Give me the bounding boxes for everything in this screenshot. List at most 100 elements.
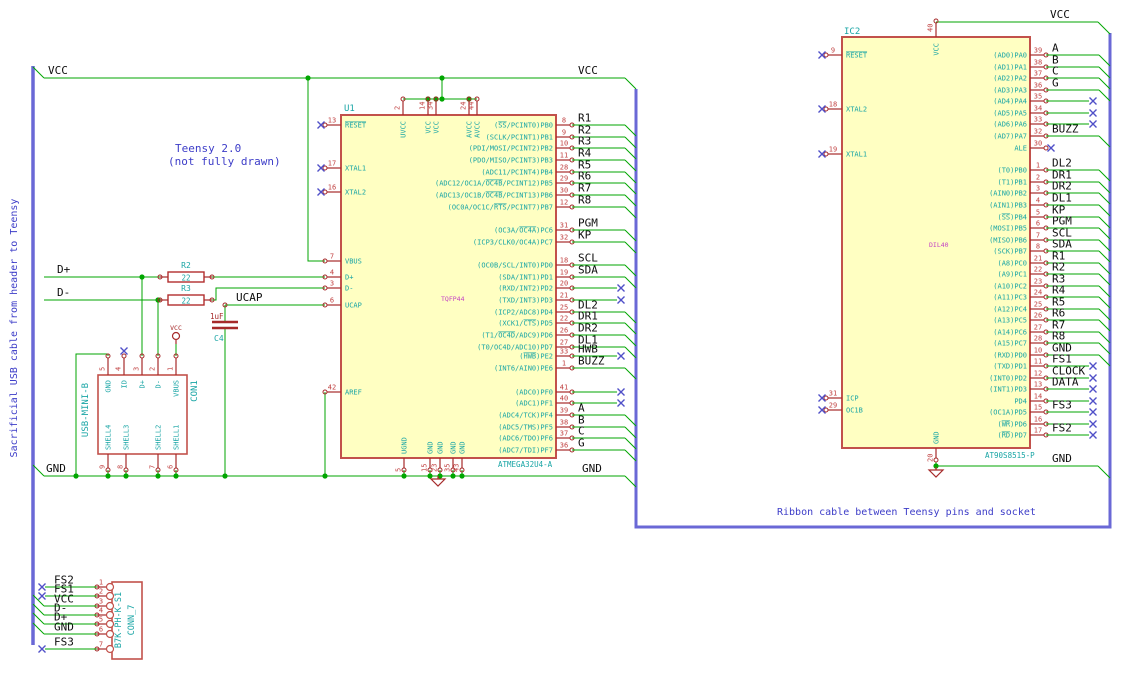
pin-number: 6 xyxy=(330,297,334,305)
pin-name: XTAL2 xyxy=(345,189,366,197)
pin-number: 27 xyxy=(560,339,568,347)
pin-number: 18 xyxy=(560,257,568,265)
pin-number: 26 xyxy=(1034,312,1042,320)
pin-number: 30 xyxy=(560,187,568,195)
bus-entry xyxy=(624,311,637,324)
pin-number: 14 xyxy=(1034,393,1042,401)
bus-entry xyxy=(1098,331,1111,344)
pin-number: 1 xyxy=(167,367,175,371)
pin-name: (ADC12/OC1A/OC4B/PCINT12)PB5 xyxy=(435,180,553,188)
junction-dot xyxy=(222,473,228,479)
bus-entry xyxy=(1098,77,1111,90)
pin-name: (ADC5/TMS)PF5 xyxy=(498,424,553,432)
bus-entry xyxy=(624,276,637,289)
schematic-page: VCC D+ D- GND VCC GND UCAP VCC GND U1 ATMEGA32U4-A… xyxy=(0,0,1131,690)
pin-number: 29 xyxy=(560,175,568,183)
pin-name: UGND xyxy=(401,437,409,454)
pin-end-circle xyxy=(823,106,829,112)
resistor-value: 22 xyxy=(181,297,190,306)
no-connect-x-icon xyxy=(1089,408,1097,416)
pin-number: 20 xyxy=(560,280,568,288)
bus-entry xyxy=(1098,89,1111,102)
schematic-canvas: VCC D+ D- GND VCC GND UCAP VCC GND U1 ATMEGA32U4-A… xyxy=(9,8,1112,660)
junction-dot xyxy=(427,473,433,479)
pin-name: ALE xyxy=(1014,145,1027,153)
pin-name: (RD)PD7 xyxy=(997,432,1027,440)
net-label: R8 xyxy=(578,194,591,207)
bus-entry xyxy=(624,367,637,380)
pin-name: (INT1)PD3 xyxy=(989,386,1027,394)
chip-ref: IC2 xyxy=(844,27,860,37)
bus-entry xyxy=(624,334,637,347)
bus-entry xyxy=(624,475,637,488)
connector-pin-circle xyxy=(105,644,115,654)
pin-name: (AD2)PA2 xyxy=(993,75,1027,83)
pin-name: AREF xyxy=(345,389,362,397)
net-label: FS2 xyxy=(1052,422,1072,435)
pin-name: (A8)PC0 xyxy=(997,260,1027,268)
no-connect-x-icon xyxy=(1089,97,1097,105)
pin-number: 5 xyxy=(1036,209,1040,217)
no-connect-x-icon xyxy=(38,583,46,591)
pin-number: 18 xyxy=(829,101,837,109)
connector-pin-circle xyxy=(105,582,115,592)
pin-name: (SS)PB4 xyxy=(997,214,1027,222)
bus-entry xyxy=(624,346,637,359)
bus-entry xyxy=(624,322,637,335)
pin-number: 5 xyxy=(395,468,403,472)
pin-number: 24 xyxy=(1034,289,1042,297)
chip-footprint: TQFP44 xyxy=(441,295,465,303)
pin-name: GND xyxy=(427,441,435,454)
net-label: DATA xyxy=(1052,376,1079,389)
bus-entry xyxy=(1098,308,1111,321)
no-connect-x-icon xyxy=(1047,144,1055,152)
pin-name: (INT0)PD2 xyxy=(989,375,1027,383)
pin-name: (AD5)PA5 xyxy=(993,110,1027,118)
pin-number: 30 xyxy=(1034,140,1042,148)
no-connect-x-icon xyxy=(120,347,128,355)
gnd-symbol-icon xyxy=(927,469,945,478)
pin-name: (PDI/MOSI/PCINT2)PB2 xyxy=(469,145,553,153)
pin-end-circle xyxy=(823,52,829,58)
wire xyxy=(935,462,1098,467)
net-label-dminus: D- xyxy=(57,286,70,299)
pin-name: XTAL1 xyxy=(345,165,366,173)
no-connect-x-icon xyxy=(1089,397,1097,405)
bus-entry xyxy=(1097,21,1111,35)
pin-number: 34 xyxy=(427,102,435,110)
bus-entry xyxy=(624,182,637,195)
pin-number: 2 xyxy=(394,106,402,110)
pin-number: 8 xyxy=(562,117,566,125)
pin-name: (T0/OC4D/ADC10)PD7 xyxy=(477,344,553,352)
bus-entry xyxy=(624,264,637,277)
pin-number: 28 xyxy=(1034,335,1042,343)
pin-number: 23 xyxy=(431,464,439,472)
pin-name: (ADC13/OC1B/OC4B/PCINT13)PB6 xyxy=(435,192,553,200)
pin-number: 36 xyxy=(560,442,568,450)
pin-name: OC1B xyxy=(846,407,863,415)
no-connect-x-icon xyxy=(38,645,46,653)
pin-name: (OC0B/SCL/INT0)PD0 xyxy=(477,262,553,270)
pin-name: (SCK)PB7 xyxy=(993,248,1027,256)
net-label: KP xyxy=(578,229,592,242)
pin-name: ICP xyxy=(846,395,859,403)
pin-name: (A10)PC2 xyxy=(993,283,1027,291)
pin-name: (A9)PC1 xyxy=(997,271,1027,279)
junction-dot xyxy=(459,473,465,479)
pin-name: (AD6)PA6 xyxy=(993,121,1027,129)
pin-number: 31 xyxy=(560,222,568,230)
bus-entry xyxy=(1098,250,1111,263)
pin-number: 32 xyxy=(560,234,568,242)
pin-end-circle xyxy=(322,122,328,128)
pin-number: 13 xyxy=(1034,381,1042,389)
pin-name: XTAL1 xyxy=(846,151,867,159)
pin-number: 17 xyxy=(328,160,336,168)
pin-end-circle xyxy=(322,189,328,195)
pin-number: 16 xyxy=(328,184,336,192)
pin-number: 35 xyxy=(1034,93,1042,101)
pin-number: 7 xyxy=(149,465,157,469)
connector-pin-circle xyxy=(105,591,115,601)
connector-pin-circle xyxy=(105,610,115,620)
pin-name: SHELL1 xyxy=(173,425,181,450)
bus-entry xyxy=(1098,262,1111,275)
